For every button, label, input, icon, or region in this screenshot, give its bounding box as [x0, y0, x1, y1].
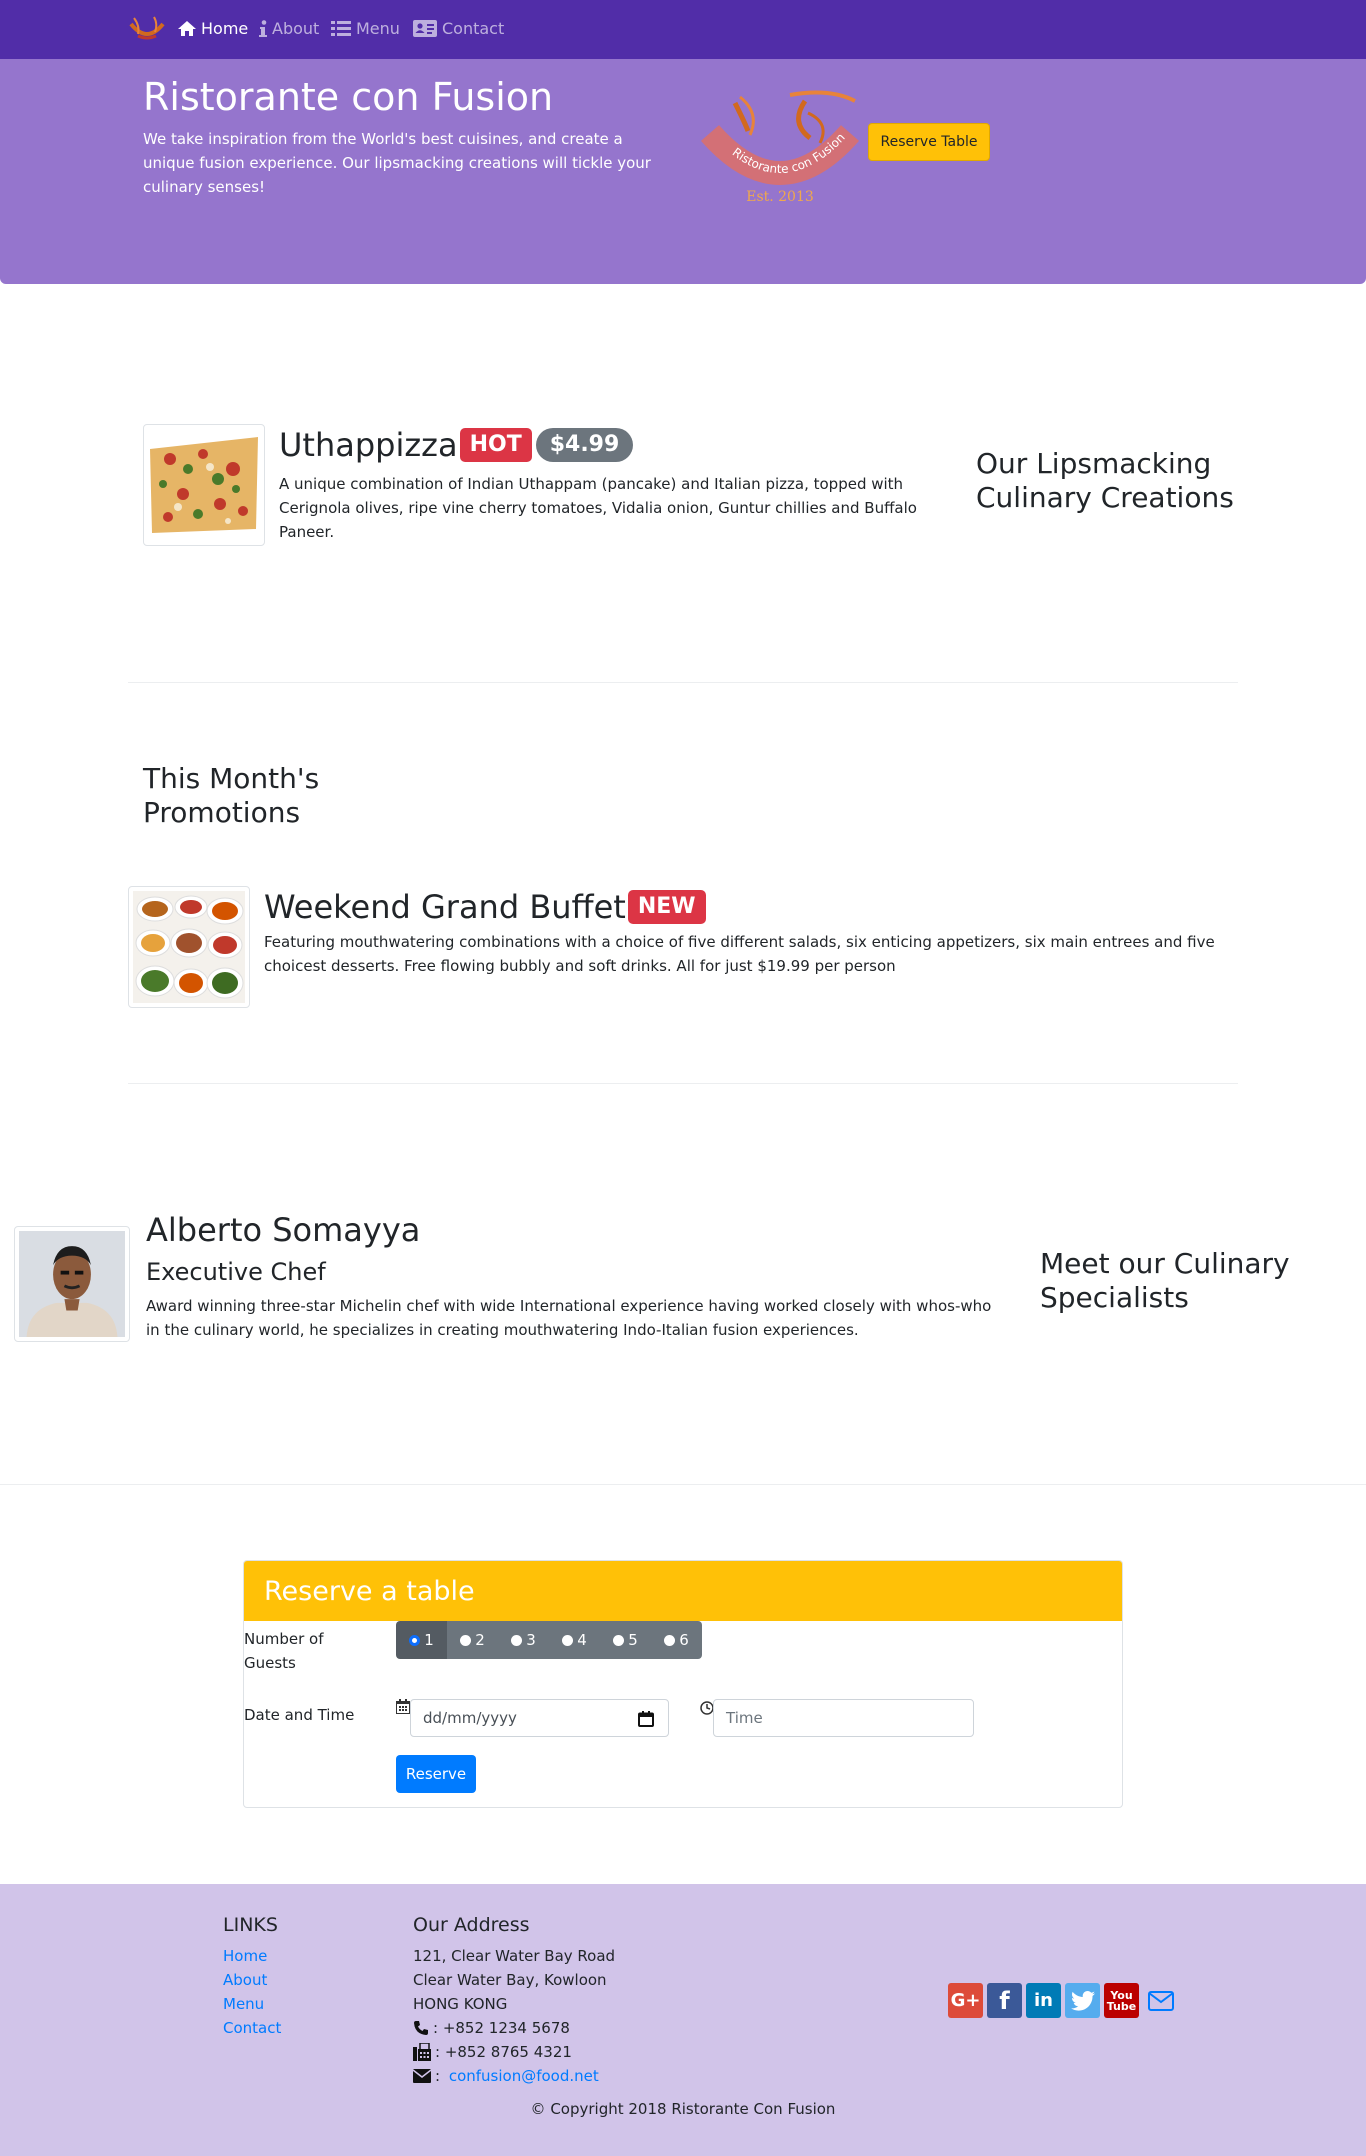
reserve-submit-button[interactable]: Reserve: [396, 1755, 476, 1793]
radio-icon: [511, 1634, 523, 1646]
guests-option-3[interactable]: 3: [498, 1621, 549, 1659]
nav-home-label: Home: [201, 19, 249, 38]
guests-option-1[interactable]: 1: [396, 1621, 447, 1659]
time-input[interactable]: Time: [713, 1699, 974, 1737]
jumbotron: Ristorante con Fusion We take inspiratio…: [0, 59, 1366, 284]
date-input-text: dd/mm/yyyy: [423, 1709, 517, 1727]
google-plus-icon[interactable]: G+: [948, 1983, 983, 2018]
date-picker-icon[interactable]: [638, 1711, 654, 1727]
dish-name: Uthappizza: [279, 426, 458, 464]
hot-badge: HOT: [459, 428, 532, 462]
promotion-title: Weekend Grand Buffet NEW: [264, 888, 706, 926]
brand-logo[interactable]: [128, 14, 166, 46]
reserve-table-button[interactable]: Reserve Table: [868, 123, 990, 161]
guests-option-4[interactable]: 4: [549, 1621, 600, 1659]
phone-number: : +852 1234 5678: [433, 2019, 570, 2037]
radio-icon: [409, 1634, 421, 1646]
footer-link-about[interactable]: About: [223, 1971, 267, 1989]
nav-contact-label: Contact: [442, 19, 505, 38]
list-icon: [331, 20, 351, 36]
time-input-placeholder: Time: [726, 1709, 763, 1727]
radio-icon: [664, 1634, 676, 1646]
linkedin-icon[interactable]: in: [1026, 1983, 1061, 2018]
uthappizza-image: [143, 424, 265, 546]
dish-description: A unique combination of Indian Uthappam …: [279, 475, 917, 541]
navbar: Home About Menu Contact: [0, 0, 1366, 59]
info-icon: [259, 20, 267, 37]
email-line: : confusion@food.net: [413, 2067, 599, 2085]
social-links: G+ f in You Tube: [948, 1983, 1178, 2018]
nav-about[interactable]: About: [259, 19, 319, 38]
price-badge: $4.99: [535, 428, 634, 462]
chef-name: Alberto Somayya: [146, 1211, 421, 1249]
guests-option-5[interactable]: 5: [600, 1621, 651, 1659]
phone-icon: [414, 2021, 428, 2035]
radio-icon: [460, 1634, 472, 1646]
address-line: 121, Clear Water Bay Road: [413, 1947, 616, 1965]
leaders-side-heading: Meet our Culinary Specialists: [1040, 1247, 1290, 1314]
reservation-card-header: Reserve a table: [244, 1561, 1122, 1621]
datetime-label: Date and Time: [244, 1706, 355, 1724]
restaurant-logo: Ristorante con Fusion Est. 2013: [700, 90, 860, 205]
twitter-icon[interactable]: [1065, 1983, 1100, 2018]
phone-line: : +852 1234 5678: [413, 2019, 570, 2037]
promotion-description: Featuring mouthwatering combinations wit…: [264, 933, 1215, 975]
date-input[interactable]: dd/mm/yyyy: [410, 1699, 669, 1737]
clock-icon: [700, 1701, 714, 1715]
divider: [128, 1083, 1238, 1084]
new-badge: NEW: [627, 890, 706, 924]
promotions-heading: This Month's Promotions: [143, 762, 320, 829]
address-line: Clear Water Bay, Kowloon: [413, 1971, 607, 1989]
footer-links-heading: LINKS: [223, 1914, 278, 1936]
envelope-icon: [413, 2069, 431, 2083]
radio-icon: [562, 1634, 574, 1646]
facebook-icon[interactable]: f: [987, 1983, 1022, 2018]
nav-menu-label: Menu: [356, 19, 400, 38]
guests-option-2[interactable]: 2: [447, 1621, 498, 1659]
calendar-icon: [396, 1699, 410, 1714]
guests-label: Number of Guests: [244, 1630, 324, 1672]
chef-description: Award winning three-star Michelin chef w…: [146, 1297, 992, 1339]
reservation-card: Reserve a table Number of Guests 1 2 3 4…: [243, 1560, 1123, 1808]
divider: [128, 682, 1238, 683]
address-line: HONG KONG: [413, 1995, 508, 2013]
radio-icon: [613, 1634, 625, 1646]
address-card-icon: [413, 20, 437, 37]
restaurant-tagline: We take inspiration from the World's bes…: [143, 130, 651, 196]
dish-title: Uthappizza HOT $4.99: [279, 426, 634, 464]
guests-option-6[interactable]: 6: [651, 1621, 702, 1659]
footer-link-home[interactable]: Home: [223, 1947, 267, 1965]
guests-radio-group: 1 2 3 4 5 6: [396, 1621, 702, 1659]
nav-home[interactable]: Home: [178, 19, 248, 38]
fax-icon: [413, 2043, 431, 2061]
mail-icon[interactable]: [1143, 1983, 1178, 2018]
restaurant-title: Ristorante con Fusion: [143, 75, 554, 119]
fax-line: : +852 8765 4321: [413, 2043, 572, 2061]
fax-number: : +852 8765 4321: [435, 2043, 572, 2061]
footer: LINKS Home About Menu Contact Our Addres…: [0, 1884, 1366, 2156]
buffet-image: [128, 886, 250, 1008]
nav-contact[interactable]: Contact: [413, 19, 504, 38]
promotion-name: Weekend Grand Buffet: [264, 888, 626, 926]
youtube-icon[interactable]: You Tube: [1104, 1983, 1139, 2018]
copyright: © Copyright 2018 Ristorante Con Fusion: [530, 2100, 836, 2118]
footer-link-contact[interactable]: Contact: [223, 2019, 281, 2037]
chef-designation: Executive Chef: [146, 1258, 326, 1286]
home-icon: [178, 21, 196, 36]
chef-photo: [14, 1226, 130, 1342]
logo-est-text: Est. 2013: [746, 189, 814, 205]
footer-link-menu[interactable]: Menu: [223, 1995, 264, 2013]
divider: [0, 1484, 1366, 1485]
email-link[interactable]: confusion@food.net: [449, 2067, 599, 2085]
nav-about-label: About: [272, 19, 320, 38]
footer-address-heading: Our Address: [413, 1914, 530, 1936]
dishes-side-heading: Our Lipsmacking Culinary Creations: [976, 447, 1234, 514]
nav-menu[interactable]: Menu: [331, 19, 400, 38]
